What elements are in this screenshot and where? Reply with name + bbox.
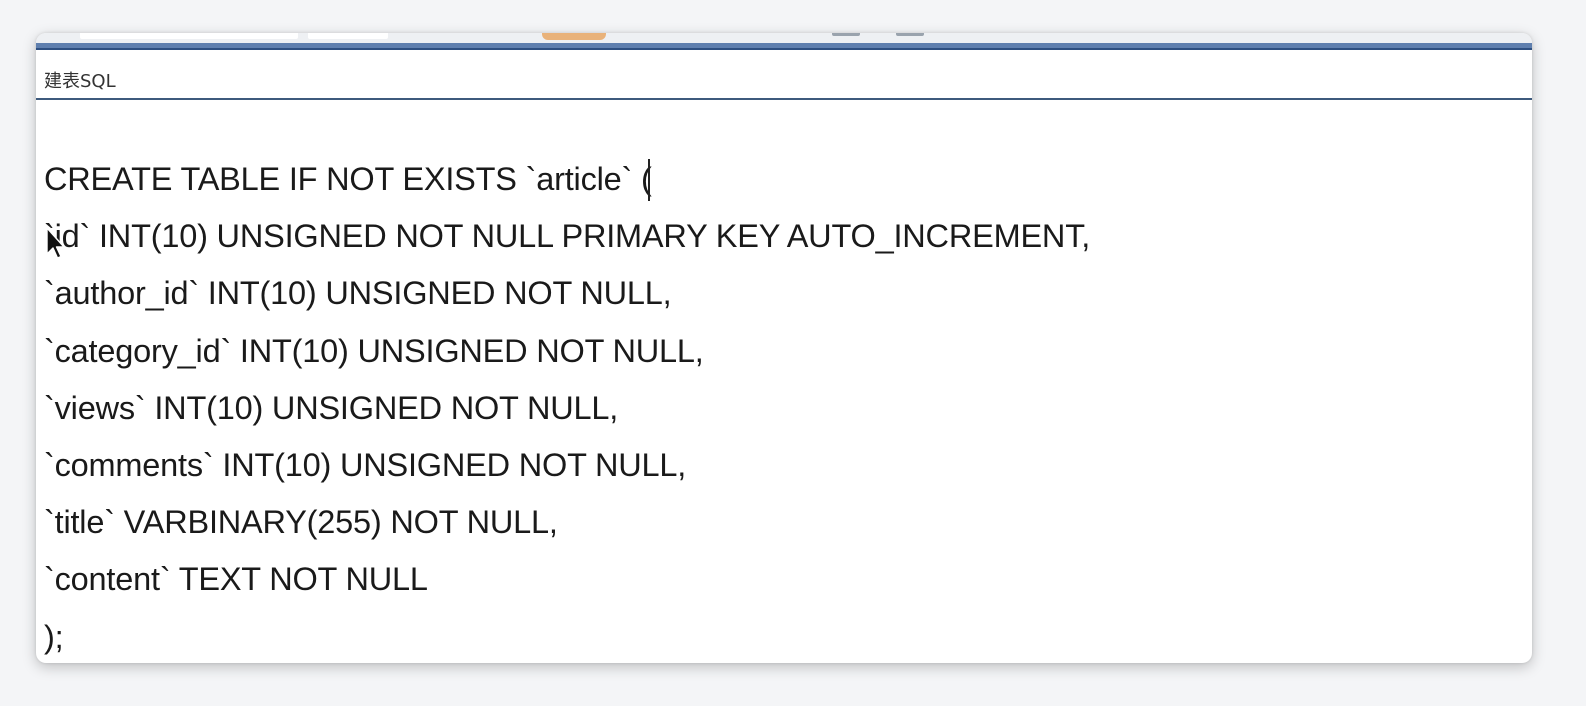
sql-code-block[interactable]: CREATE TABLE IF NOT EXISTS `article` ( `… — [44, 158, 1090, 663]
toolbar-field[interactable] — [80, 33, 298, 39]
code-line: `comments` INT(10) UNSIGNED NOT NULL, — [44, 446, 687, 483]
active-tab-indicator[interactable] — [542, 33, 606, 40]
toolbar-button[interactable] — [896, 33, 924, 36]
code-line: `author_id` INT(10) UNSIGNED NOT NULL, — [44, 275, 672, 312]
code-line: `category_id` INT(10) UNSIGNED NOT NULL, — [44, 332, 704, 369]
code-line: `id` INT(10) UNSIGNED NOT NULL PRIMARY K… — [44, 218, 1091, 255]
toolbar-field-small[interactable] — [308, 33, 388, 39]
header-accent-rule — [36, 43, 1532, 50]
code-line: CREATE TABLE IF NOT EXISTS `article` ( — [44, 161, 652, 197]
text-cursor — [648, 159, 650, 201]
code-line: `views` INT(10) UNSIGNED NOT NULL, — [44, 389, 619, 426]
toolbar-button[interactable] — [832, 33, 860, 36]
mouse-pointer-icon — [46, 227, 65, 259]
code-line: `content` TEXT NOT NULL — [44, 561, 428, 598]
panel-header: 建表SQL — [36, 55, 1532, 100]
code-line: ); — [44, 618, 64, 655]
sql-panel-window: 建表SQL CREATE TABLE IF NOT EXISTS `articl… — [36, 33, 1532, 663]
panel-title: 建表SQL — [44, 71, 116, 92]
code-line: `title` VARBINARY(255) NOT NULL, — [44, 504, 558, 541]
